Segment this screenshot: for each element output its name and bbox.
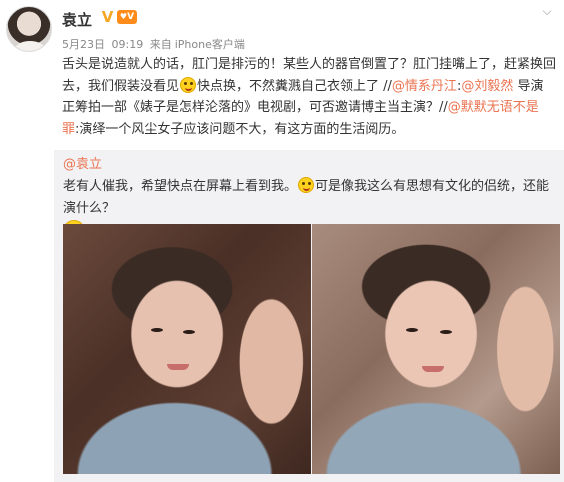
quoted-repost[interactable]: @袁立 老有人催我，希望快点在屏幕上看到我。 可是像我这么有思想有文化的侣统，还能… — [54, 150, 564, 482]
avatar[interactable] — [6, 6, 52, 52]
mention-link[interactable]: @刘毅然 — [461, 79, 513, 94]
chevron-down-icon[interactable]: ⌵ — [540, 4, 554, 18]
weibo-post: 袁立 V ♥V ⌵ 5月23日 09:19 来自 iPhone客户端 舌头是说造就… — [0, 0, 564, 482]
post-date[interactable]: 5月23日 — [62, 38, 105, 51]
post-time[interactable]: 09:19 — [112, 38, 144, 51]
mention-link[interactable]: @情系丹江 — [392, 79, 457, 94]
post-text-part4: :演绎一个风尘女子应该问题不大，有这方面的生活阅历。 — [75, 121, 405, 137]
verified-icon: V — [99, 9, 116, 26]
post-author[interactable]: 袁立 — [62, 9, 92, 30]
post-body: 舌头是说造就人的话，肛门是排污的！某些人的器官倒置了？肛门挂嘴上了，赶紧换回去，… — [62, 54, 556, 140]
grin-emoji-icon — [298, 177, 315, 193]
repost-text1: 老有人催我，希望快点在屏幕上看到我。 — [63, 179, 298, 194]
selfie-photo[interactable] — [312, 224, 560, 474]
post-text-part2: 快点换，不然糞溅自己衣领上了 // — [197, 78, 392, 94]
repost-author-link[interactable]: @袁立 — [63, 157, 102, 172]
post-source[interactable]: iPhone客户端 — [175, 38, 245, 51]
level-badge: ♥V — [117, 10, 137, 24]
post-meta: 5月23日 09:19 来自 iPhone客户端 — [62, 36, 248, 52]
post-source-prefix: 来自 — [149, 38, 172, 51]
smirk-emoji-icon — [180, 76, 197, 93]
selfie-photo[interactable] — [63, 224, 311, 474]
